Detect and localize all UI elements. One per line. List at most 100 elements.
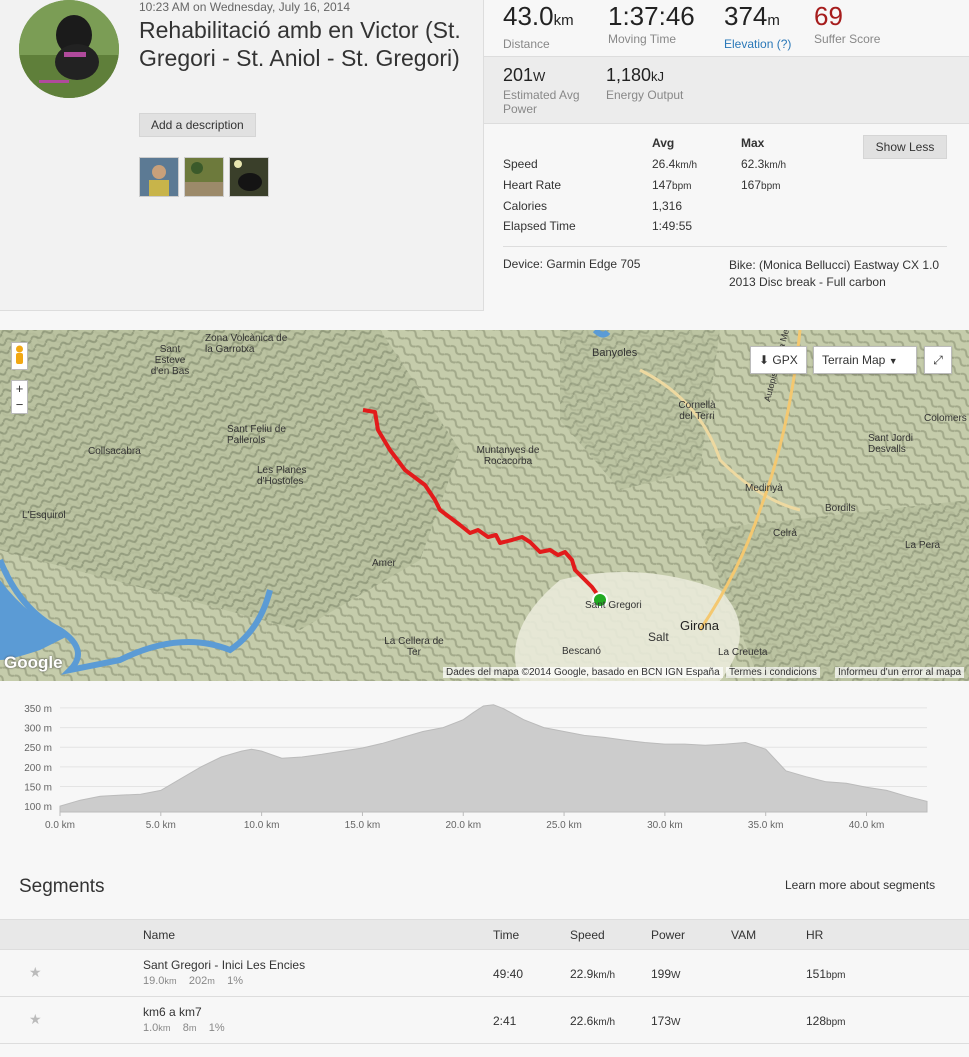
detail-label: Elapsed Time <box>503 219 576 233</box>
segment-speed: 22.9km/h <box>570 967 616 981</box>
stats-panel: 43.0km Distance 1:37:46 Moving Time 374m… <box>483 0 969 311</box>
segments-title: Segments <box>19 876 105 897</box>
zoom-in-icon[interactable]: + <box>12 381 27 397</box>
y-tick-label: 150 m <box>24 782 52 793</box>
terrain-map-canvas <box>0 330 969 681</box>
elevation-stat: 374m Elevation (?) <box>724 1 792 51</box>
caret-down-icon: ▼ <box>888 356 898 366</box>
place-label: Bordils <box>825 503 856 514</box>
place-label: Zona Volcànica de la Garrotxa <box>205 333 288 355</box>
segment-meta: 19.0km 202m 1% <box>143 975 244 987</box>
col-speed[interactable]: Speed <box>570 928 605 942</box>
place-label: La Pera <box>905 540 941 551</box>
moving-time-stat: 1:37:46 Moving Time <box>608 1 695 46</box>
segments-table-header: Name Time Speed Power VAM HR <box>0 919 969 950</box>
col-hr[interactable]: HR <box>806 928 823 942</box>
col-name[interactable]: Name <box>143 928 175 942</box>
learn-more-segments-link[interactable]: Learn more about segments <box>785 878 935 892</box>
place-label: Collsacabra <box>88 446 141 457</box>
device-info: Device: Garmin Edge 705 <box>503 257 641 271</box>
zoom-out-icon[interactable]: − <box>12 397 27 413</box>
activity-datetime: 10:23 AM on Wednesday, July 16, 2014 <box>139 0 351 14</box>
terrain-map-dropdown[interactable]: Terrain Map ▼ <box>813 346 917 374</box>
segment-meta: 1.0km 8m 1% <box>143 1022 225 1034</box>
segment-hr: 151bpm <box>806 967 846 981</box>
star-icon[interactable]: ★ <box>29 964 42 981</box>
detail-avg: 1:49:55 <box>652 219 693 233</box>
photo-thumbnail[interactable] <box>229 157 269 197</box>
segment-speed: 22.6km/h <box>570 1014 616 1028</box>
detail-avg: 1,316 <box>652 199 683 213</box>
divider <box>503 246 947 247</box>
download-icon: ⬇ <box>759 353 770 367</box>
place-label: L'Esquirol <box>22 510 66 521</box>
terms-link[interactable]: Termes i condicions <box>726 667 820 678</box>
fullscreen-icon[interactable]: ⤢ <box>924 346 952 374</box>
y-tick-label: 250 m <box>24 743 52 754</box>
map-attribution: Dades del mapa ©2014 Google, basado en B… <box>443 667 723 678</box>
power-row: 201W Estimated Avg Power 1,180kJ Energy … <box>484 56 969 124</box>
photo-thumbnail[interactable] <box>184 157 224 197</box>
segment-row-partial <box>0 1045 969 1057</box>
activity-header: 10:23 AM on Wednesday, July 16, 2014 Reh… <box>0 0 969 311</box>
add-description-button[interactable]: Add a description <box>139 113 256 137</box>
elevation-area <box>59 704 928 813</box>
segment-time: 2:41 <box>493 1014 517 1028</box>
place-label: Muntanyes de Rocacorba <box>476 445 540 467</box>
segment-power: 173W <box>651 1014 681 1028</box>
street-view-pegman-icon[interactable] <box>11 342 28 370</box>
gpx-download-button[interactable]: ⬇ GPX <box>750 346 807 374</box>
col-time[interactable]: Time <box>493 928 519 942</box>
place-label: Colomers <box>924 413 967 424</box>
x-tick-label: 40.0 km <box>849 820 885 831</box>
segment-power: 199W <box>651 967 681 981</box>
place-label: Sant Feliu de Pallerols <box>227 424 286 446</box>
place-label: Amer <box>372 558 396 569</box>
detail-label: Calories <box>503 199 548 213</box>
elevation-profile[interactable]: 100 m 150 m 200 m 250 m 300 m 350 m 0.0 km 5.0 … <box>0 682 969 842</box>
star-icon[interactable]: ★ <box>29 1011 42 1028</box>
x-tick-label: 25.0 km <box>546 820 582 831</box>
segment-name[interactable]: km6 a km7 <box>143 1005 202 1019</box>
photo-thumbnail[interactable] <box>139 157 179 197</box>
detail-avg: 26.4km/h <box>652 157 698 171</box>
segment-hr: 128bpm <box>806 1014 846 1028</box>
place-label: Les Planes d'Hostoles <box>257 465 307 487</box>
place-label: Medinyà <box>745 483 783 494</box>
place-label: Cornellà del Terri <box>678 400 716 422</box>
place-label: Bescanó <box>562 646 601 657</box>
place-label: La Cellera de Ter <box>384 636 444 658</box>
x-tick-label: 5.0 km <box>146 820 176 831</box>
segment-row[interactable]: ★ km6 a km7 1.0km 8m 1% 2:41 22.6km/h 17… <box>0 997 969 1044</box>
avg-header: Avg <box>652 136 675 150</box>
col-vam[interactable]: VAM <box>731 928 756 942</box>
detail-avg: 147bpm <box>652 178 692 192</box>
suffer-score-stat[interactable]: 69 Suffer Score <box>814 0 880 46</box>
elevation-chart: 100 m 150 m 200 m 250 m 300 m 350 m 0.0 km 5.0 … <box>24 704 928 831</box>
x-tick-label: 10.0 km <box>244 820 280 831</box>
detail-label: Heart Rate <box>503 178 562 192</box>
y-tick-label: 350 m <box>24 704 52 715</box>
report-error-link[interactable]: Informeu d'un error al mapa <box>835 667 965 678</box>
segment-row[interactable]: ★ Sant Gregori - Inici Les Encies 19.0km… <box>0 950 969 997</box>
elevation-help-link[interactable]: Elevation (?) <box>724 37 791 51</box>
detail-max: 62.3km/h <box>741 157 787 171</box>
bike-info[interactable]: Bike: (Monica Bellucci) Eastway CX 1.0 2… <box>729 257 951 291</box>
athlete-avatar[interactable] <box>19 0 119 98</box>
route-map[interactable]: Sant Esteve d'en Bas Zona Volcànica de l… <box>0 330 969 681</box>
show-less-button[interactable]: Show Less <box>863 135 947 159</box>
col-power[interactable]: Power <box>651 928 685 942</box>
place-label: Celrà <box>773 528 797 539</box>
activity-title: Rehabilitació amb en Victor (St. Gregori… <box>139 17 461 71</box>
y-tick-label: 300 m <box>24 724 52 735</box>
place-label: Sant Jordi Desvalls <box>868 433 914 455</box>
y-tick-label: 200 m <box>24 763 52 774</box>
place-label: Sant Gregori <box>585 600 642 611</box>
google-logo: Google <box>4 653 63 672</box>
distance-stat: 43.0km Distance <box>503 1 574 51</box>
x-tick-label: 0.0 km <box>45 820 75 831</box>
segment-name[interactable]: Sant Gregori - Inici Les Encies <box>143 958 305 972</box>
x-tick-label: 15.0 km <box>345 820 381 831</box>
place-label: Sant Esteve d'en Bas <box>150 344 190 377</box>
x-tick-label: 20.0 km <box>445 820 481 831</box>
